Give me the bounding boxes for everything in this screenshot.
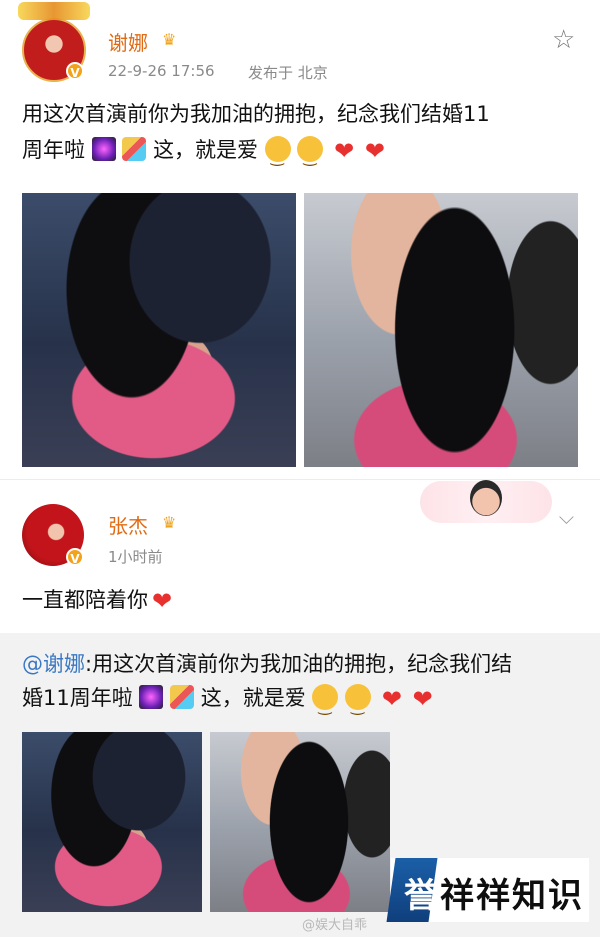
repost-photo-1[interactable] [22,732,202,912]
comment-text-content: 一直都陪着你 [22,588,148,612]
verified-badge-icon: V [66,62,84,80]
post-text-line2: 周年啦 这，就是爱 ❤ ❤ [22,132,386,175]
heart-emoji-icon: ❤ [381,685,402,713]
repost-photo-2[interactable] [210,732,390,912]
post-photo-1[interactable] [22,193,296,467]
comment-time: 1小时前 [108,548,163,566]
avatar-frame-decoration [18,2,90,20]
post-photo-2[interactable] [304,193,578,467]
fireworks-emoji-icon [139,685,164,709]
chevron-down-icon[interactable]: ⌵ [559,505,574,529]
heart-emoji-icon: ❤ [364,137,386,165]
brand-logo-text: 誉祥祥知识 [404,868,584,917]
member-crown-icon: ♛ [162,30,177,49]
heart-emoji-icon: ❤ [334,137,355,165]
comment-text: 一直都陪着你 ❤ [22,582,172,619]
smile-emoji-icon [264,136,291,175]
smile-emoji-icon [312,684,339,724]
smile-emoji-icon [345,684,372,724]
mention-link[interactable]: @谢娜 [22,652,85,676]
post-text-prefix: 周年啦 [22,138,85,162]
weibo-post: V 谢娜 ♛ 22-9-26 17:56 发布于 北京 ☆ 用这次首演前你为我加… [0,0,600,480]
heart-emoji-icon: ❤ [152,587,173,615]
brand-logo-rest: 祥祥知识 [440,876,584,916]
watermark-text: @娱大自乖 [302,918,368,933]
sticker-avatar-icon [470,480,502,516]
repost-text-line2: 婚11周年啦 这，就是爱 ❤ ❤ [22,680,433,724]
repost-text-content: :用这次首演前你为我加油的拥抱，纪念我们结 [85,652,513,676]
post-text-line1: 用这次首演前你为我加油的拥抱，纪念我们结婚11 [22,102,490,126]
post-text-mid: 这，就是爱 [153,138,259,162]
repost-text-mid: 这，就是爱 [200,686,306,710]
post-location: 发布于 北京 [248,64,328,82]
post-timestamp: 22-9-26 17:56 [108,62,215,80]
repost-text-prefix: 婚11周年啦 [22,686,133,710]
author-name[interactable]: 谢娜 [108,27,148,56]
member-crown-icon: ♛ [162,513,177,532]
favorite-star-icon[interactable]: ☆ [552,27,578,53]
fireworks-emoji-icon [91,137,116,161]
brand-logo-first-char: 誉 [404,876,440,916]
repost-text-line1: @谢娜:用这次首演前你为我加油的拥抱，纪念我们结 [22,646,512,683]
commenter-name[interactable]: 张杰 [108,510,148,539]
smile-emoji-icon [297,136,324,175]
party-popper-emoji-icon [122,137,147,161]
heart-emoji-icon: ❤ [412,685,433,713]
party-popper-emoji-icon [170,685,195,709]
verified-badge-icon: V [66,548,84,566]
